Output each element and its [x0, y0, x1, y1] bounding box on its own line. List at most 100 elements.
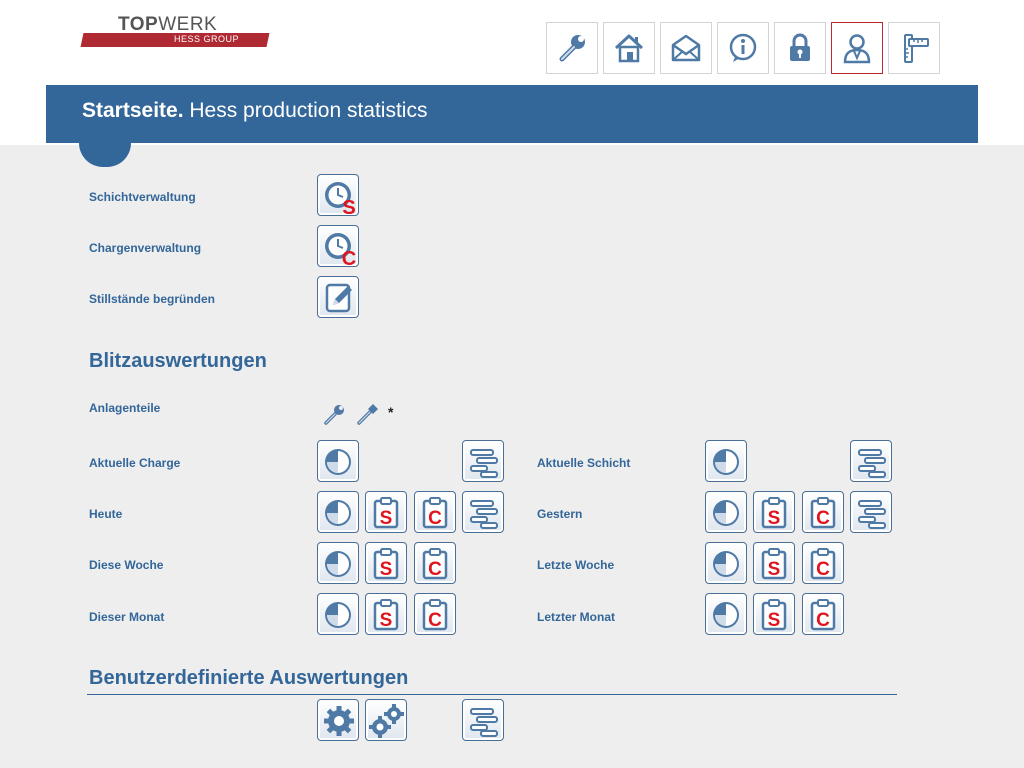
shift-letter: S	[380, 559, 393, 580]
gears-icon	[369, 704, 404, 738]
current-shift-label: Aktuelle Schicht	[537, 456, 631, 470]
pie-chart-icon	[325, 449, 351, 475]
right-row1-gantt-button[interactable]	[850, 491, 892, 533]
left-row0-gantt-button[interactable]	[462, 440, 504, 482]
custom-config-button[interactable]	[317, 699, 359, 741]
nav-settings-button[interactable]	[546, 22, 598, 74]
right-row2-charge-report-button[interactable]: C	[802, 542, 844, 584]
gantt-chart-icon	[858, 500, 886, 529]
downtime-label: Stillstände begründen	[89, 292, 216, 306]
right-row3-charge-report-button[interactable]: C	[802, 593, 844, 635]
quick-evaluations-heading: Blitzauswertungen	[89, 350, 267, 372]
gantt-chart-icon	[470, 449, 498, 478]
pie-chart-icon	[713, 500, 739, 526]
right-row0-gantt-button[interactable]	[850, 440, 892, 482]
right-row1-pie-button[interactable]	[705, 491, 747, 533]
title-tab-decoration	[79, 143, 131, 167]
clipboard-icon: S	[373, 599, 399, 631]
plant-parts-label: Anlagenteile	[89, 401, 161, 415]
current-charge-label: Aktuelle Charge	[89, 456, 181, 470]
shift-letter: S	[768, 559, 781, 580]
left-row2-shift-report-button[interactable]: S	[365, 542, 407, 584]
today-label: Heute	[89, 507, 123, 521]
info-icon	[729, 33, 757, 62]
right-row2-pie-button[interactable]	[705, 542, 747, 584]
nav-home-button[interactable]	[603, 22, 655, 74]
gantt-chart-icon	[858, 449, 886, 478]
shift-letter: S	[768, 508, 781, 529]
clipboard-icon: S	[761, 497, 787, 529]
left-row2-pie-button[interactable]	[317, 542, 359, 584]
custom-evaluations-heading: Benutzerdefinierte Auswertungen	[89, 667, 409, 689]
title-band: Startseite. Hess production statistics	[46, 85, 978, 143]
custom-gantt-button[interactable]	[462, 699, 504, 741]
clipboard-icon: C	[810, 497, 836, 529]
clipboard-icon: C	[422, 599, 448, 631]
edit-note-icon	[325, 283, 352, 313]
gear-icon	[324, 706, 354, 736]
charge-letter: C	[816, 559, 830, 580]
downtime-justify-button[interactable]	[317, 276, 359, 318]
home-icon	[614, 34, 644, 63]
clock-shift-icon: S	[325, 182, 356, 217]
wrench-icon	[324, 405, 344, 425]
pie-chart-icon	[713, 449, 739, 475]
plant-parts-all-button[interactable]	[356, 402, 380, 426]
wrench-icon	[559, 35, 585, 62]
nav-lock-button[interactable]	[774, 22, 826, 74]
left-row0-pie-button[interactable]	[317, 440, 359, 482]
clipboard-icon: C	[810, 599, 836, 631]
last-month-label: Letzter Monat	[537, 610, 615, 624]
clipboard-icon: S	[761, 548, 787, 580]
plant-parts-tool-button[interactable]	[323, 402, 347, 426]
section-divider	[87, 694, 897, 695]
nav-user-button[interactable]	[831, 22, 883, 74]
wrench-all-icon	[357, 404, 378, 425]
ruler-icon	[904, 34, 929, 63]
nav-ruler-button[interactable]	[888, 22, 940, 74]
custom-config-multi-button[interactable]	[365, 699, 407, 741]
left-row2-charge-report-button[interactable]: C	[414, 542, 456, 584]
left-row1-shift-report-button[interactable]: S	[365, 491, 407, 533]
clipboard-icon: C	[422, 548, 448, 580]
clipboard-icon: C	[422, 497, 448, 529]
clock-charge-icon: C	[325, 233, 356, 268]
left-row3-pie-button[interactable]	[317, 593, 359, 635]
charge-letter: C	[816, 508, 830, 529]
gantt-chart-icon	[470, 500, 498, 529]
left-row1-pie-button[interactable]	[317, 491, 359, 533]
charge-letter: C	[342, 248, 356, 268]
shift-management-button[interactable]: S	[317, 174, 359, 217]
charge-management-label: Chargenverwaltung	[89, 241, 202, 255]
right-row1-charge-report-button[interactable]: C	[802, 491, 844, 533]
pie-chart-icon	[325, 551, 351, 577]
shift-letter: S	[768, 610, 781, 631]
right-row2-shift-report-button[interactable]: S	[753, 542, 795, 584]
nav-mail-button[interactable]	[660, 22, 712, 74]
right-row3-shift-report-button[interactable]: S	[753, 593, 795, 635]
left-row1-charge-report-button[interactable]: C	[414, 491, 456, 533]
charge-letter: C	[428, 508, 442, 529]
mail-icon	[671, 34, 701, 62]
left-row1-gantt-button[interactable]	[462, 491, 504, 533]
right-row3-pie-button[interactable]	[705, 593, 747, 635]
charge-letter: C	[428, 610, 442, 631]
left-row3-charge-report-button[interactable]: C	[414, 593, 456, 635]
clipboard-icon: S	[373, 548, 399, 580]
logo-wordmark: TOPWERK	[118, 14, 218, 35]
nav-info-button[interactable]	[717, 22, 769, 74]
shift-letter: S	[380, 610, 393, 631]
page-title: Startseite. Hess production statistics	[82, 99, 428, 122]
right-row1-shift-report-button[interactable]: S	[753, 491, 795, 533]
pie-chart-icon	[325, 500, 351, 526]
plant-parts-asterisk: *	[388, 404, 394, 420]
clipboard-icon: S	[373, 497, 399, 529]
clipboard-icon: S	[761, 599, 787, 631]
charge-management-button[interactable]: C	[317, 225, 359, 268]
this-month-label: Dieser Monat	[89, 610, 165, 624]
shift-letter: S	[380, 508, 393, 529]
lock-icon	[790, 33, 810, 61]
right-row0-pie-button[interactable]	[705, 440, 747, 482]
shift-management-label: Schichtverwaltung	[89, 190, 196, 204]
left-row3-shift-report-button[interactable]: S	[365, 593, 407, 635]
